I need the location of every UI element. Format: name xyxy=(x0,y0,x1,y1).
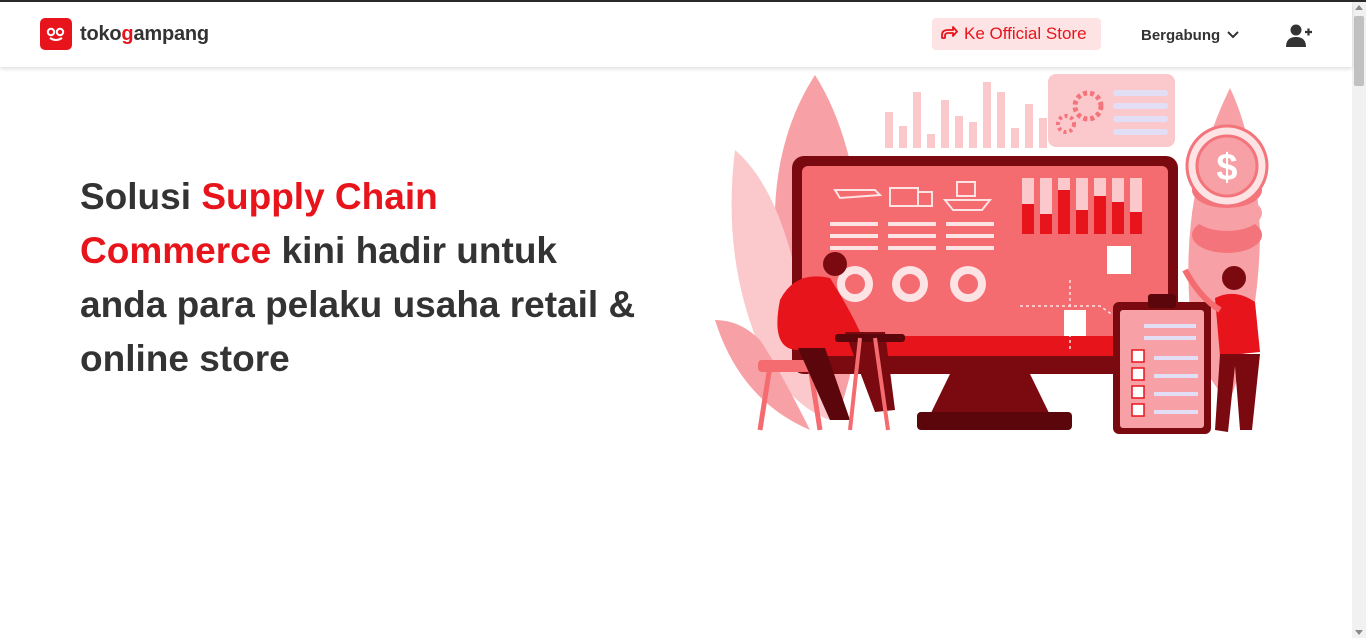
share-arrow-icon xyxy=(940,24,958,45)
user-add-icon[interactable] xyxy=(1285,22,1313,50)
official-store-label: Ke Official Store xyxy=(964,24,1087,43)
scrollbar[interactable] xyxy=(1352,2,1366,638)
logo[interactable]: tokogampang xyxy=(40,18,209,50)
supply-chain-illustration: $ xyxy=(715,74,1269,434)
svg-text:$: $ xyxy=(1216,147,1237,189)
chevron-down-icon xyxy=(1227,31,1239,39)
logo-mark-icon xyxy=(40,18,72,50)
official-store-button[interactable]: Ke Official Store xyxy=(932,18,1101,50)
join-dropdown[interactable]: Bergabung xyxy=(1141,18,1240,52)
header: tokogampang Ke Official Store Bergabung xyxy=(0,2,1352,67)
hero-headline: Solusi Supply Chain Commerce kini hadir … xyxy=(80,176,636,379)
scroll-down-icon[interactable] xyxy=(1355,630,1363,635)
logo-text: tokogampang xyxy=(80,22,209,45)
join-label: Bergabung xyxy=(1141,26,1221,44)
scrollbar-thumb[interactable] xyxy=(1354,16,1364,86)
scroll-up-icon[interactable] xyxy=(1355,5,1363,10)
